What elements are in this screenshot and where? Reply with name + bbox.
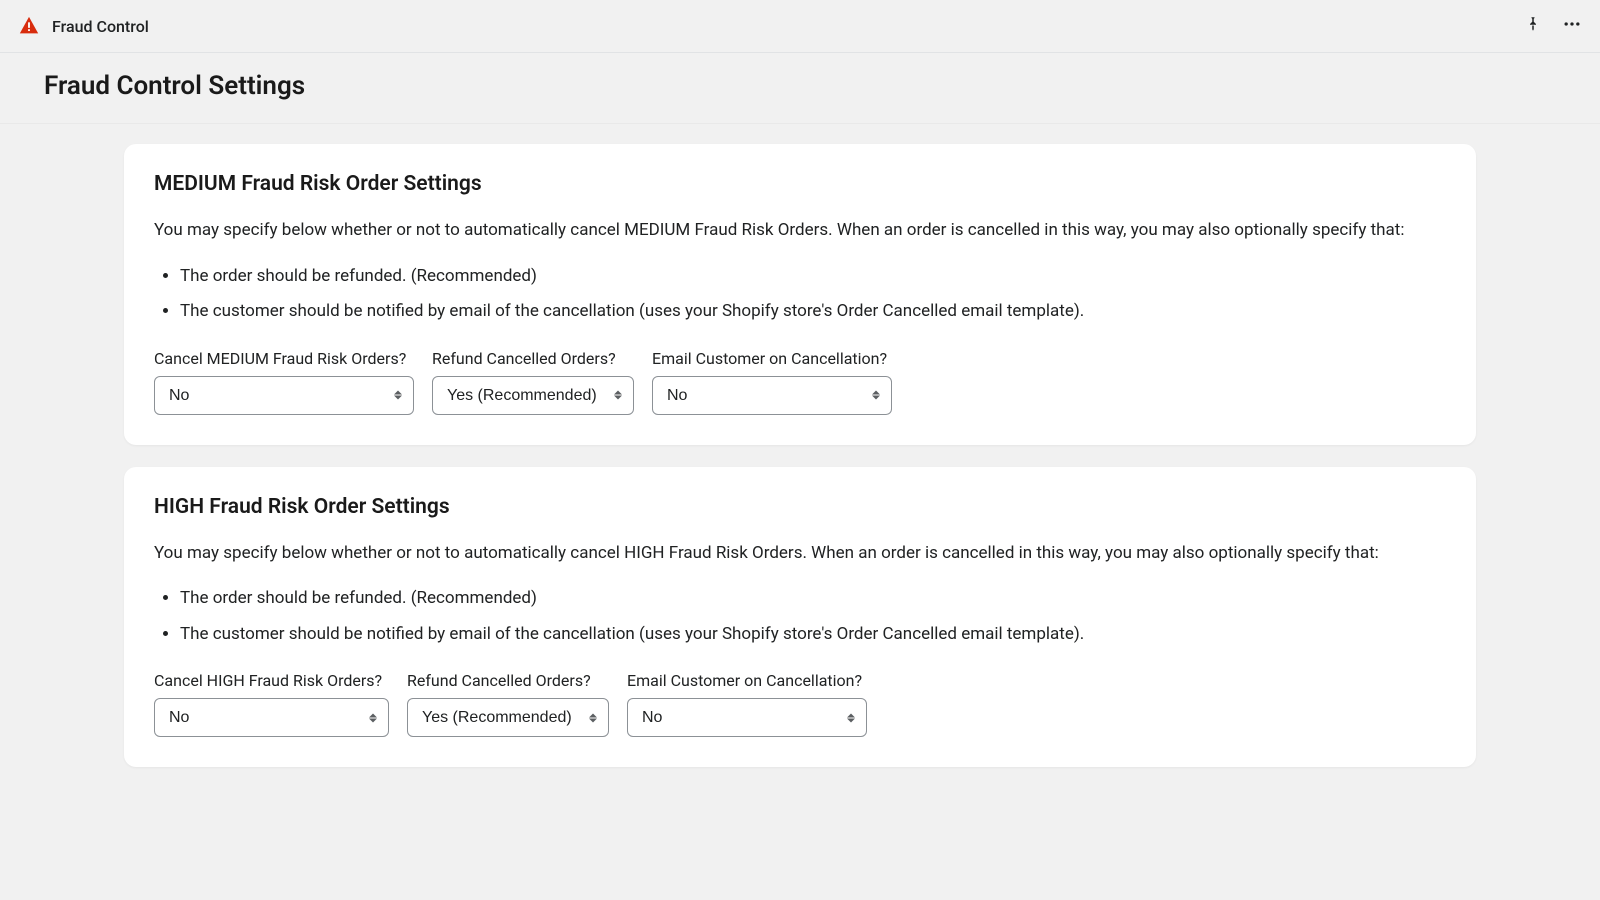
medium-card-title: MEDIUM Fraud Risk Order Settings [154,172,1446,196]
list-item: The order should be refunded. (Recommend… [180,586,1446,612]
medium-risk-card: MEDIUM Fraud Risk Order Settings You may… [124,144,1476,445]
select-wrap: Yes (Recommended) [407,698,609,737]
more-horizontal-icon[interactable] [1562,14,1582,38]
select-label: Cancel HIGH Fraud Risk Orders? [154,671,389,690]
high-bullet-list: The order should be refunded. (Recommend… [154,586,1446,647]
pin-icon[interactable] [1524,15,1542,37]
medium-email-group: Email Customer on Cancellation? No [652,349,892,415]
high-risk-card: HIGH Fraud Risk Order Settings You may s… [124,467,1476,768]
medium-refund-group: Refund Cancelled Orders? Yes (Recommende… [432,349,634,415]
medium-select-row: Cancel MEDIUM Fraud Risk Orders? No Refu… [154,349,1446,415]
select-label: Refund Cancelled Orders? [432,349,634,368]
page-title: Fraud Control Settings [44,71,1556,101]
select-label: Cancel MEDIUM Fraud Risk Orders? [154,349,414,368]
page-header: Fraud Control Settings [0,53,1600,124]
select-wrap: No [652,376,892,415]
medium-bullet-list: The order should be refunded. (Recommend… [154,264,1446,325]
medium-cancel-group: Cancel MEDIUM Fraud Risk Orders? No [154,349,414,415]
high-refund-select[interactable]: Yes (Recommended) [407,698,609,737]
high-email-select[interactable]: No [627,698,867,737]
high-cancel-select[interactable]: No [154,698,389,737]
medium-cancel-select[interactable]: No [154,376,414,415]
list-item: The customer should be notified by email… [180,622,1446,648]
high-email-group: Email Customer on Cancellation? No [627,671,867,737]
content-area: MEDIUM Fraud Risk Order Settings You may… [0,124,1600,819]
select-wrap: No [154,698,389,737]
select-wrap: No [627,698,867,737]
medium-card-description: You may specify below whether or not to … [154,218,1446,244]
select-wrap: No [154,376,414,415]
high-cancel-group: Cancel HIGH Fraud Risk Orders? No [154,671,389,737]
top-bar-right [1524,14,1582,38]
list-item: The order should be refunded. (Recommend… [180,264,1446,290]
high-refund-group: Refund Cancelled Orders? Yes (Recommende… [407,671,609,737]
list-item: The customer should be notified by email… [180,299,1446,325]
medium-refund-select[interactable]: Yes (Recommended) [432,376,634,415]
high-card-title: HIGH Fraud Risk Order Settings [154,495,1446,519]
select-wrap: Yes (Recommended) [432,376,634,415]
top-bar: Fraud Control [0,0,1600,53]
high-select-row: Cancel HIGH Fraud Risk Orders? No Refund… [154,671,1446,737]
top-bar-left: Fraud Control [18,15,149,37]
medium-email-select[interactable]: No [652,376,892,415]
alert-triangle-icon [18,15,40,37]
app-name: Fraud Control [52,17,149,36]
select-label: Email Customer on Cancellation? [652,349,892,368]
select-label: Refund Cancelled Orders? [407,671,609,690]
select-label: Email Customer on Cancellation? [627,671,867,690]
high-card-description: You may specify below whether or not to … [154,541,1446,567]
